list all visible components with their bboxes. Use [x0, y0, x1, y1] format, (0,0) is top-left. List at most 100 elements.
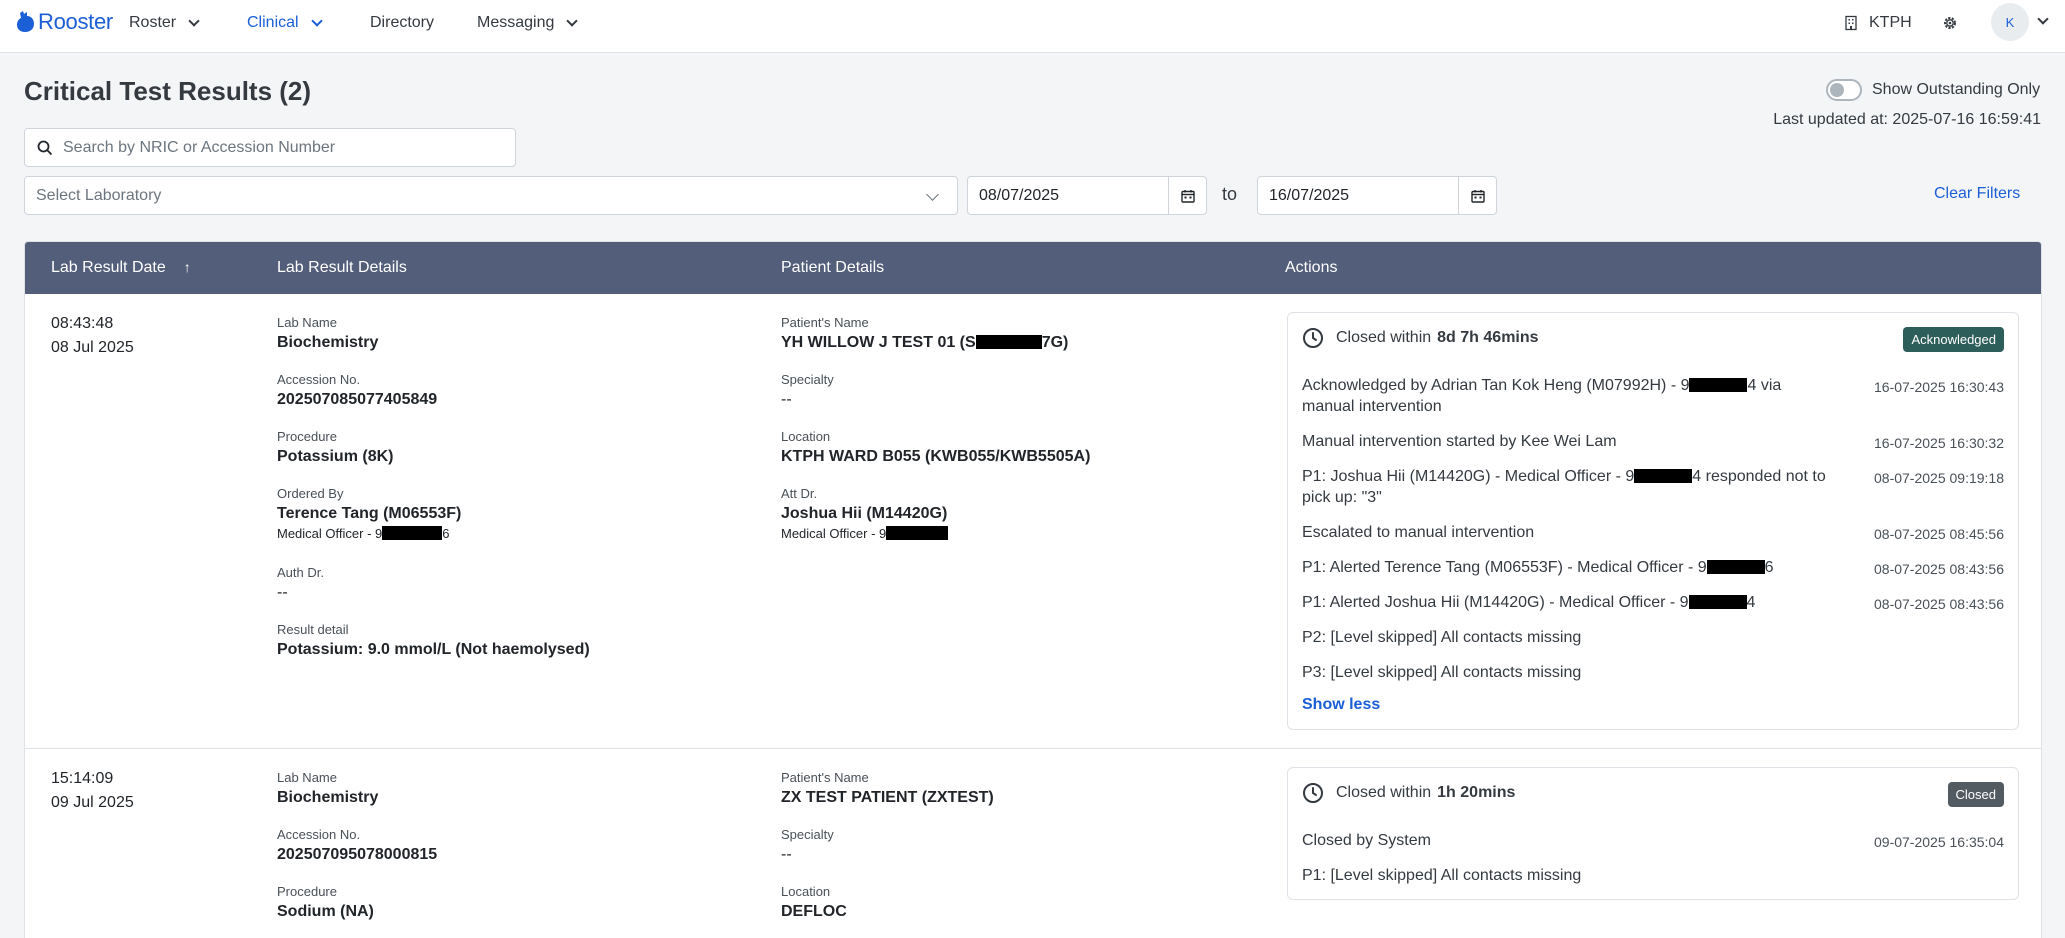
lab-name-label: Lab Name: [277, 315, 337, 330]
accession-label: Accession No.: [277, 372, 361, 387]
clock-icon: [1303, 783, 1323, 803]
chevron-down-icon: [188, 14, 200, 27]
nav-clinical[interactable]: Clinical: [247, 0, 323, 45]
patient-name-label: Patient's Name: [781, 315, 869, 330]
header-actions: Actions: [1285, 259, 1338, 276]
brand-name: Rooster: [38, 9, 113, 34]
location-label: Location: [781, 429, 831, 444]
location-value: KTPH WARD B055 (KWB055/KWB5505A): [781, 448, 1091, 465]
ordered-by-role-suffix: 6: [442, 526, 450, 541]
log-text-cont: pick up: "3": [1302, 489, 1382, 506]
redaction: [886, 526, 949, 540]
nav-directory[interactable]: Directory: [370, 0, 434, 45]
top-navbar: Rooster Roster Clinical Directory Messag…: [0, 0, 2065, 53]
log-text: Escalated to manual intervention: [1302, 524, 1535, 541]
results-table: Lab Result Date ↑ Lab Result Details Pati…: [24, 241, 2042, 938]
log-entry: P2: [Level skipped] All contacts missing: [1302, 627, 1581, 648]
nav-roster[interactable]: Roster: [129, 0, 200, 45]
result-date: 09 Jul 2025: [51, 794, 134, 811]
search-icon: [37, 140, 53, 155]
ordered-by-role-text: Medical Officer - 9: [277, 526, 383, 541]
result-detail-label: Result detail: [277, 622, 349, 637]
log-text-suffix: 4: [1746, 594, 1756, 611]
specialty-field: Specialty --: [781, 372, 834, 410]
date-from-field[interactable]: 08/07/2025: [967, 176, 1207, 215]
lab-name-field: Lab Name Biochemistry: [277, 770, 378, 808]
outstanding-toggle-wrap[interactable]: Show Outstanding Only: [1826, 79, 2040, 101]
att-dr-role-text: Medical Officer - 9: [781, 526, 887, 541]
nav-messaging[interactable]: Messaging: [477, 0, 579, 45]
date-to-calendar-button[interactable]: [1458, 177, 1496, 214]
lab-name-field: Lab Name Biochemistry: [277, 315, 378, 353]
log-timestamp: 16-07-2025 16:30:43: [1874, 379, 2004, 395]
header-lab-result-details: Lab Result Details: [277, 259, 407, 276]
log-entry: Closed by System: [1302, 830, 1431, 851]
date-from-value[interactable]: 08/07/2025: [968, 187, 1168, 205]
log-entry: Manual intervention started by Kee Wei L…: [1302, 431, 1617, 452]
table-row: 15:14:09 09 Jul 2025 Lab Name Biochemistr…: [25, 749, 2041, 938]
patient-name-label: Patient's Name: [781, 770, 869, 785]
log-text-cont: manual intervention: [1302, 398, 1442, 415]
procedure-label: Procedure: [277, 884, 337, 899]
avatar-dropdown[interactable]: [2037, 0, 2049, 43]
specialty-field: Specialty --: [781, 827, 834, 865]
closed-within-duration: 8d 7h 46mins: [1437, 329, 1539, 346]
redaction: [1689, 378, 1748, 392]
log-text: P1: Alerted Joshua Hii (M14420G) - Medic…: [1302, 594, 1689, 611]
specialty-label: Specialty: [781, 372, 834, 387]
outstanding-toggle[interactable]: [1826, 79, 1862, 101]
redaction: [382, 526, 443, 540]
settings-button[interactable]: [1942, 0, 1958, 45]
lab-name-value: Biochemistry: [277, 334, 379, 351]
accession-field: Accession No. 202507095078000815: [277, 827, 437, 865]
action-log-card: Closed within 8d 7h 46mins Acknowledged A…: [1287, 312, 2019, 730]
log-timestamp: 16-07-2025 16:30:32: [1874, 435, 2004, 451]
clear-filters-button[interactable]: Clear Filters: [1934, 185, 2020, 203]
nav-clinical-label: Clinical: [247, 13, 299, 31]
log-text-suffix: 4 responded not to: [1692, 468, 1826, 485]
laboratory-select[interactable]: Select Laboratory: [24, 176, 958, 215]
header-lab-result-date[interactable]: Lab Result Date ↑: [51, 259, 191, 277]
page-title: Critical Test Results (2): [24, 76, 312, 106]
specialty-value: --: [781, 846, 792, 863]
auth-dr-label: Auth Dr.: [277, 565, 324, 580]
location-field: Location KTPH WARD B055 (KWB055/KWB5505A): [781, 429, 1090, 467]
result-date: 08 Jul 2025: [51, 339, 134, 356]
result-time: 15:14:09: [51, 770, 114, 787]
clock-icon: [1303, 328, 1323, 348]
procedure-value: Potassium (8K): [277, 448, 394, 465]
patient-name-field: Patient's Name ZX TEST PATIENT (ZXTEST): [781, 770, 994, 808]
avatar[interactable]: K: [1991, 3, 2029, 41]
location-field: Location DEFLOC: [781, 884, 847, 922]
search-input[interactable]: [63, 138, 503, 157]
show-less-link[interactable]: Show less: [1302, 696, 1380, 714]
log-timestamp: 08-07-2025 09:19:18: [1874, 470, 2004, 486]
redaction: [1634, 469, 1693, 483]
chevron-down-icon: [926, 188, 939, 201]
search-box[interactable]: [24, 128, 516, 167]
calendar-icon: [1470, 189, 1485, 203]
accession-field: Accession No. 202507085077405849: [277, 372, 437, 410]
closed-within-label: Closed within: [1336, 784, 1432, 801]
closed-within-duration: 1h 20mins: [1437, 784, 1516, 801]
brand-logo[interactable]: Rooster: [16, 6, 113, 38]
date-to-field[interactable]: 16/07/2025: [1257, 176, 1497, 215]
nav-messaging-label: Messaging: [477, 13, 555, 31]
log-entry: P1: Joshua Hii (M14420G) - Medical Offic…: [1302, 466, 1826, 508]
date-from-calendar-button[interactable]: [1168, 177, 1206, 214]
log-timestamp: 08-07-2025 08:43:56: [1874, 596, 2004, 612]
date-to-value[interactable]: 16/07/2025: [1258, 187, 1458, 205]
log-text-suffix: 6: [1764, 559, 1774, 576]
procedure-value: Sodium (NA): [277, 903, 374, 920]
auth-dr-field: Auth Dr. --: [277, 565, 324, 603]
log-text: Acknowledged by Adrian Tan Kok Heng (M07…: [1302, 377, 1690, 394]
building-icon: [1845, 15, 1857, 30]
procedure-field: Procedure Sodium (NA): [277, 884, 374, 922]
redaction: [1706, 560, 1765, 574]
status-badge: Acknowledged: [1903, 327, 2004, 352]
institution-switcher[interactable]: KTPH: [1843, 0, 1912, 45]
log-text: Closed by System: [1302, 832, 1431, 849]
redaction: [975, 335, 1042, 349]
att-dr-field: Att Dr. Joshua Hii (M14420G) Medical Off…: [781, 486, 949, 542]
log-timestamp: 08-07-2025 08:43:56: [1874, 561, 2004, 577]
